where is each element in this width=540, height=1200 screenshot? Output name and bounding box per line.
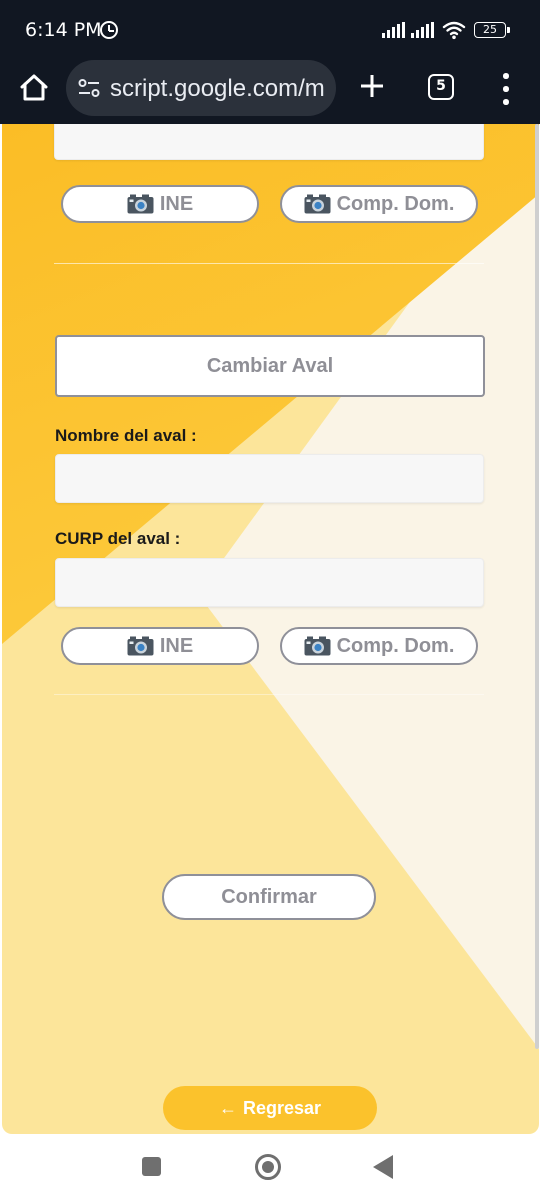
camera-icon xyxy=(127,636,154,656)
signal-icon xyxy=(411,22,435,38)
confirm-button-label: Confirmar xyxy=(221,885,317,908)
camera-icon xyxy=(127,194,154,214)
guarantor-curp-label: CURP del aval : xyxy=(55,529,181,548)
home-icon[interactable] xyxy=(14,68,54,108)
signal-icon xyxy=(382,22,406,38)
ine-button-label: INE xyxy=(159,192,194,215)
ine-photo-button[interactable]: INE xyxy=(61,185,259,223)
plus-icon[interactable] xyxy=(356,68,388,104)
guarantor-ine-photo-button[interactable]: INE xyxy=(61,627,259,665)
section-divider xyxy=(54,263,484,264)
home-circle-icon[interactable] xyxy=(255,1154,281,1180)
tabs-icon[interactable]: 5 xyxy=(428,74,454,100)
battery-icon: 25 xyxy=(474,22,510,38)
guarantor-name-label: Nombre del aval : xyxy=(55,426,197,445)
address-bar[interactable]: script.google.com/m xyxy=(66,60,336,116)
comp-dom-button-label: Comp. Dom. xyxy=(336,634,455,657)
back-button-label: Regresar xyxy=(242,1097,322,1118)
guarantor-curp-input[interactable] xyxy=(55,558,484,607)
previous-input-field[interactable] xyxy=(54,124,484,160)
ine-button-label: INE xyxy=(159,634,194,657)
back-button[interactable]: ← Regresar xyxy=(163,1086,377,1130)
url-text: script.google.com/m xyxy=(110,75,325,102)
camera-icon xyxy=(304,194,331,214)
tune-icon[interactable] xyxy=(78,78,100,98)
wifi-icon xyxy=(442,21,466,40)
confirm-button[interactable]: Confirmar xyxy=(162,874,376,920)
form-card: INE Comp. Dom. Cambiar Aval Nombre del a… xyxy=(2,124,539,1134)
back-arrow-icon: ← xyxy=(218,1097,237,1118)
guarantor-name-input[interactable] xyxy=(55,454,484,503)
more-vert-icon[interactable] xyxy=(496,72,516,106)
section-divider xyxy=(54,694,484,695)
recents-icon[interactable] xyxy=(142,1157,161,1176)
alarm-icon xyxy=(100,21,118,39)
comp-dom-button-label: Comp. Dom. xyxy=(336,192,455,215)
status-bar: 6:14 PM 25 xyxy=(0,0,540,56)
back-triangle-icon[interactable] xyxy=(373,1155,393,1179)
browser-toolbar: script.google.com/m 5 xyxy=(0,56,540,124)
camera-icon xyxy=(304,636,331,656)
system-nav-bar xyxy=(0,1134,540,1200)
page-scrollbar[interactable] xyxy=(535,124,539,1049)
status-time: 6:14 PM xyxy=(25,19,102,41)
change-guarantor-button[interactable]: Cambiar Aval xyxy=(55,335,485,397)
guarantor-comp-dom-photo-button[interactable]: Comp. Dom. xyxy=(280,627,478,665)
comp-dom-photo-button[interactable]: Comp. Dom. xyxy=(280,185,478,223)
page-viewport: INE Comp. Dom. Cambiar Aval Nombre del a… xyxy=(0,124,540,1134)
